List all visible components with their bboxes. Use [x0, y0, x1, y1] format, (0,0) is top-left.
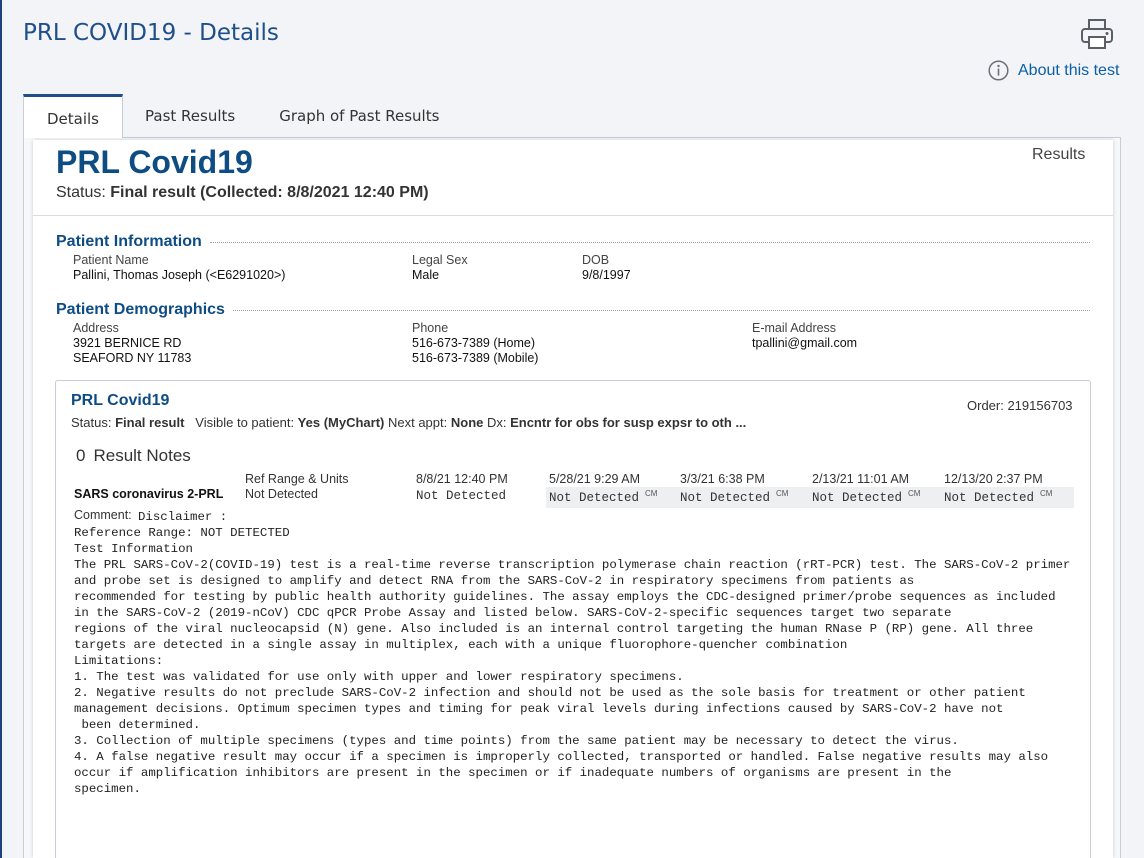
results-label: Results — [1032, 146, 1086, 163]
past-result-date: 12/13/20 2:37 PM — [944, 472, 1043, 486]
tab-details[interactable]: Details — [23, 94, 124, 138]
result-header: PRL Covid19 Status: Final result (Collec… — [33, 140, 1113, 216]
field-label: Phone — [412, 321, 449, 335]
printer-icon[interactable] — [1080, 18, 1114, 50]
about-this-test-link[interactable]: About this test — [988, 60, 1119, 81]
section-title: Patient Demographics — [56, 301, 225, 318]
current-result-date: 8/8/21 12:40 PM — [416, 472, 508, 486]
comment-line: Disclaimer : — [138, 510, 228, 524]
field-label: Legal Sex — [412, 253, 468, 267]
field-label: E-mail Address — [752, 321, 837, 335]
page-title: PRL COVID19 - Details — [23, 20, 279, 46]
tab-bar: Details Past Results Graph of Past Resul… — [23, 94, 461, 138]
tab-past-results[interactable]: Past Results — [123, 94, 257, 138]
comment-text: Disclaimer : Reference Range: NOT DETECT… — [74, 509, 1074, 797]
past-value-text: Not Detected — [812, 491, 903, 506]
cm-flag: CM — [645, 489, 658, 498]
result-notes-label: Result Notes — [93, 446, 191, 465]
result-status: Status: Final result (Collected: 8/8/202… — [56, 184, 429, 202]
comment-line: Test Information — [74, 542, 193, 556]
next-appt-value: None — [450, 415, 484, 430]
about-this-test-label: About this test — [1018, 61, 1120, 79]
patient-demographics-heading: Patient Demographics — [56, 301, 1090, 319]
past-value-text: Not Detected — [944, 491, 1035, 506]
result-notes[interactable]: 0 Result Notes — [76, 446, 191, 466]
comment-line: 4. A false negative result may occur if … — [74, 750, 1056, 780]
section-title: Patient Information — [56, 233, 202, 250]
past-result-date: 2/13/21 11:01 AM — [812, 472, 910, 486]
comment-line: regions of the viral nucleocapsid (N) ge… — [74, 622, 1041, 652]
patient-name-field: Patient Name Pallini, Thomas Joseph (<E6… — [73, 253, 285, 283]
address-field: Address 3921 BERNICE RD SEAFORD NY 11783 — [73, 321, 191, 366]
cm-flag: CM — [776, 489, 789, 498]
ref-range-value: Not Detected — [245, 487, 318, 501]
comment-line: 3. Collection of multiple specimens (typ… — [74, 734, 959, 748]
info-icon — [988, 60, 1009, 81]
field-value: tpallini@gmail.com — [752, 336, 858, 350]
result-card: PRL Covid19 Status: Final result (Collec… — [33, 140, 1113, 858]
field-label: Patient Name — [73, 253, 149, 267]
field-value: Pallini, Thomas Joseph (<E6291020>) — [73, 268, 286, 282]
component-name: SARS coronavirus 2-PRL — [74, 487, 224, 501]
status-value: Final result — [115, 415, 185, 430]
comment-line: Reference Range: NOT DETECTED — [74, 526, 290, 540]
result-notes-count: 0 — [76, 446, 86, 465]
field-label: Address — [73, 321, 119, 335]
past-result-value: Not Detected CM — [680, 489, 788, 505]
field-value: Male — [412, 268, 440, 282]
patient-information-heading: Patient Information — [56, 233, 1090, 251]
next-appt-label: Next appt: — [384, 415, 451, 430]
comment-line: recommended for testing by public health… — [74, 590, 1063, 620]
ref-range-header: Ref Range & Units — [245, 472, 349, 486]
address-line: SEAFORD NY 11783 — [73, 351, 192, 365]
comment-line: 2. Negative results do not preclude SARS… — [74, 686, 1034, 716]
window-edge — [0, 0, 2, 858]
past-result-date: 3/3/21 6:38 PM — [680, 472, 765, 486]
visible-label: Visible to patient: — [195, 415, 298, 430]
cm-flag: CM — [1040, 489, 1053, 498]
status-label: Status: — [71, 415, 116, 430]
past-value-text: Not Detected — [549, 491, 640, 506]
current-result-value: Not Detected — [416, 489, 507, 503]
phone-home: 516-673-7389 (Home) — [412, 336, 535, 350]
cm-flag: CM — [908, 489, 921, 498]
past-result-value: Not Detected CM — [944, 489, 1052, 505]
comment-line: 1. The test was validated for use only w… — [74, 670, 684, 684]
address-line: 3921 BERNICE RD — [73, 336, 182, 350]
comment-line: Limitations: — [74, 654, 164, 668]
order-status-line: Status: Final result Visible to patient:… — [71, 415, 746, 430]
field-value: 9/8/1997 — [582, 268, 631, 282]
order-number: Order: 219156703 — [967, 398, 1073, 413]
tab-graph-of-past-results[interactable]: Graph of Past Results — [257, 94, 461, 138]
past-result-date: 5/28/21 9:29 AM — [549, 472, 641, 486]
status-prefix: Status: — [56, 184, 111, 201]
past-result-value: Not Detected CM — [549, 489, 657, 505]
phone-mobile: 516-673-7389 (Mobile) — [412, 351, 539, 365]
legal-sex-field: Legal Sex Male — [412, 253, 468, 283]
order-title: PRL Covid19 — [71, 392, 170, 409]
result-title: PRL Covid19 — [56, 144, 253, 180]
phone-field: Phone 516-673-7389 (Home) 516-673-7389 (… — [412, 321, 538, 366]
comment-line: The PRL SARS-CoV-2(COVID-19) test is a r… — [74, 558, 1078, 588]
dx-value: Encntr for obs for susp expsr to oth ... — [510, 415, 747, 430]
dob-field: DOB 9/8/1997 — [582, 253, 631, 283]
comment-line: specimen. — [74, 782, 141, 796]
field-label: DOB — [582, 253, 610, 267]
divider — [232, 309, 1090, 311]
past-value-text: Not Detected — [680, 491, 771, 506]
dx-label: Dx: — [483, 415, 511, 430]
divider — [209, 241, 1090, 243]
collected-time: (Collected: 8/8/2021 12:40 PM) — [200, 184, 429, 201]
past-result-value: Not Detected CM — [812, 489, 920, 505]
order-panel: PRL Covid19 Order: 219156703 Status: Fin… — [55, 380, 1091, 858]
email-field: E-mail Address tpallini@gmail.com — [752, 321, 857, 351]
status-value: Final result — [110, 184, 196, 201]
comment-line: been determined. — [74, 718, 201, 732]
visible-value: Yes (MyChart) — [297, 415, 385, 430]
